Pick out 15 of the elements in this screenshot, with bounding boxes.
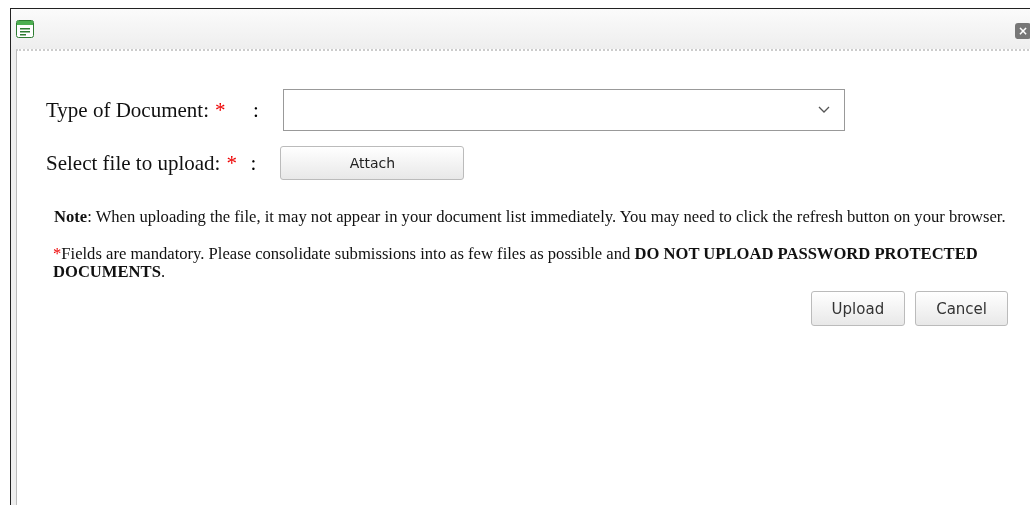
field-label: Select file to upload:: [46, 150, 221, 176]
attach-button[interactable]: Attach: [280, 146, 465, 180]
document-type-dropdown[interactable]: [283, 89, 845, 131]
field-label: Type of Document:: [46, 97, 209, 123]
mandatory-notice: *Fields are mandatory. Please consolidate submissions into as few files as possible and DO NOT UPLOAD PASSWORD PROTECTED DOCUMENTS.: [53, 245, 979, 281]
upload-button[interactable]: Upload: [810, 291, 906, 326]
colon: :: [250, 150, 258, 176]
note-text: Note: When uploading the file, it may not appear in your document list immediately. You may need to click the refresh button on your browser.: [54, 207, 1007, 227]
required-mark: *: [215, 97, 227, 123]
chevron-down-icon: [818, 106, 830, 114]
document-icon: [16, 20, 34, 38]
close-button[interactable]: ×: [1015, 23, 1030, 39]
cancel-button[interactable]: Cancel: [915, 291, 1008, 326]
required-mark: *: [226, 150, 238, 176]
colon: :: [253, 97, 260, 123]
